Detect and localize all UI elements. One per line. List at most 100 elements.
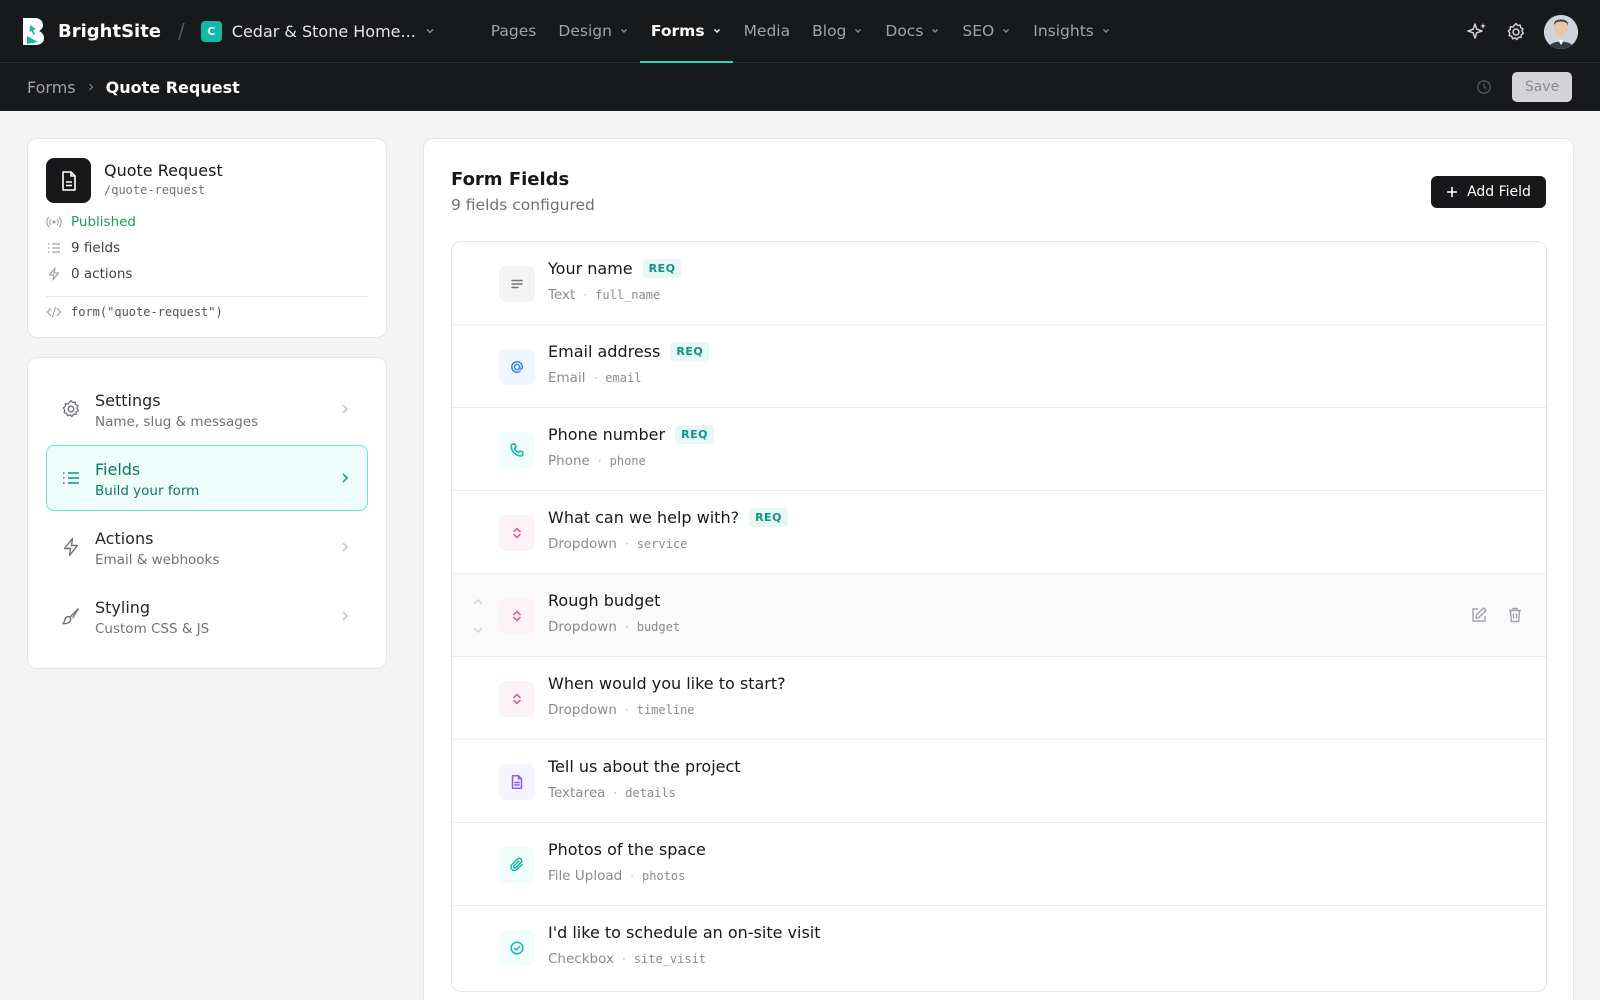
- fields-count-row: 9 fields: [46, 240, 120, 256]
- field-row[interactable]: Phone number REQ Phone · phone: [452, 408, 1546, 491]
- trash-icon[interactable]: [1506, 606, 1524, 624]
- sparkles-icon[interactable]: [1466, 21, 1488, 43]
- field-key: photos: [642, 869, 686, 883]
- menu-item-fields[interactable]: Fields Build your form: [46, 445, 368, 511]
- field-row[interactable]: I'd like to schedule an on-site visit Che…: [452, 906, 1546, 989]
- divider: [46, 296, 368, 297]
- nav-item-design[interactable]: Design: [547, 0, 640, 63]
- field-type: Email: [548, 370, 586, 386]
- form-document-icon: [46, 158, 91, 203]
- dropdown-icon: [499, 598, 535, 634]
- code-icon: [46, 305, 62, 319]
- embed-code-row[interactable]: form("quote-request"): [46, 305, 223, 319]
- page-title: Quote Request: [105, 77, 240, 97]
- field-row[interactable]: Your name REQ Text · full_name: [452, 242, 1546, 325]
- settings-gear-icon[interactable]: [1505, 21, 1527, 43]
- field-row[interactable]: When would you like to start? Dropdown · ti…: [452, 657, 1546, 740]
- menu-item-title: Settings: [95, 391, 161, 410]
- gear-icon: [61, 399, 81, 419]
- field-label-line: Your name REQ: [548, 259, 682, 278]
- phone-icon: [499, 432, 535, 468]
- form-title: Quote Request: [104, 161, 223, 180]
- user-avatar[interactable]: [1544, 14, 1578, 49]
- chevron-down-icon[interactable]: [471, 624, 485, 636]
- main-nav: Pages Design Forms Media Blog Docs SEO Insights: [480, 0, 1122, 63]
- menu-item-title: Styling: [95, 598, 151, 617]
- brand[interactable]: BrightSite: [21, 16, 161, 47]
- form-fields-panel: Form Fields 9 fields configured Add Fiel…: [423, 138, 1574, 1000]
- status-badge: Published: [71, 214, 136, 230]
- menu-item-subtitle: Build your form: [95, 483, 200, 499]
- history-icon[interactable]: [1476, 79, 1492, 95]
- form-slug: /quote-request: [104, 183, 206, 197]
- nav-item-docs[interactable]: Docs: [874, 0, 951, 63]
- nav-item-seo[interactable]: SEO: [951, 0, 1022, 63]
- field-row[interactable]: Email address REQ Email · email: [452, 325, 1546, 408]
- chevron-right-icon: [342, 611, 349, 621]
- dropdown-icon: [499, 515, 535, 551]
- separator-dot: ·: [593, 371, 598, 385]
- site-switcher[interactable]: C Cedar & Stone Home...: [200, 20, 436, 42]
- field-label-line: Phone number REQ: [548, 425, 714, 444]
- field-meta: Phone · phone: [548, 453, 646, 469]
- nav-item-media[interactable]: Media: [733, 0, 802, 63]
- nav-item-label: Docs: [885, 22, 924, 40]
- separator-dot: ·: [624, 703, 629, 717]
- field-row[interactable]: What can we help with? REQ Dropdown · servic…: [452, 491, 1546, 574]
- field-meta: File Upload · photos: [548, 868, 685, 884]
- panel-title: Form Fields: [451, 169, 570, 190]
- field-meta: Dropdown · timeline: [548, 702, 695, 718]
- site-name: Cedar & Stone Home...: [231, 21, 416, 41]
- separator-dot: ·: [621, 952, 626, 966]
- field-type: Text: [548, 287, 576, 303]
- field-meta: Email · email: [548, 370, 641, 386]
- chevron-down-icon: [853, 22, 863, 40]
- menu-item-title: Fields: [95, 460, 141, 479]
- nav-item-insights[interactable]: Insights: [1022, 0, 1122, 63]
- chevron-right-icon: [342, 473, 349, 483]
- check-circle-icon: [499, 930, 535, 966]
- nav-item-blog[interactable]: Blog: [801, 0, 874, 63]
- nav-item-forms[interactable]: Forms: [639, 0, 733, 63]
- field-key: full_name: [595, 288, 661, 302]
- field-meta: Text · full_name: [548, 287, 660, 303]
- field-row[interactable]: Rough budget Dropdown · budget: [452, 574, 1546, 657]
- field-meta: Textarea · details: [548, 785, 676, 801]
- field-type: Checkbox: [548, 951, 614, 967]
- separator-dot: ·: [613, 786, 618, 800]
- panel-subtitle: 9 fields configured: [451, 196, 595, 214]
- nav-item-label: Media: [743, 22, 791, 40]
- chevron-down-icon: [712, 22, 722, 40]
- field-label-line: I'd like to schedule an on-site visit: [548, 923, 821, 942]
- document-icon: [499, 764, 535, 800]
- menu-item-actions[interactable]: Actions Email & webhooks: [46, 514, 368, 580]
- required-badge: REQ: [749, 508, 788, 527]
- separator-dot: ·: [630, 869, 635, 883]
- reorder-handle[interactable]: [471, 596, 485, 636]
- menu-item-subtitle: Custom CSS & JS: [95, 621, 210, 637]
- breadcrumb-forms-link[interactable]: Forms: [27, 78, 76, 97]
- menu-item-styling[interactable]: Styling Custom CSS & JS: [46, 583, 368, 649]
- field-key: site_visit: [633, 952, 707, 966]
- nav-item-label: Design: [558, 22, 612, 40]
- edit-icon[interactable]: [1470, 606, 1488, 624]
- chevron-up-icon[interactable]: [471, 596, 485, 608]
- add-field-button[interactable]: Add Field: [1431, 176, 1546, 208]
- field-type: Dropdown: [548, 619, 617, 635]
- nav-item-label: Pages: [490, 22, 537, 40]
- field-row[interactable]: Photos of the space File Upload · photos: [452, 823, 1546, 906]
- nav-item-pages[interactable]: Pages: [480, 0, 548, 63]
- chevron-right-icon: [342, 404, 349, 414]
- dropdown-icon: [499, 681, 535, 717]
- field-label: What can we help with?: [548, 508, 740, 527]
- menu-item-settings[interactable]: Settings Name, slug & messages: [46, 376, 368, 442]
- field-label-line: Photos of the space: [548, 840, 706, 859]
- field-label: Rough budget: [548, 591, 661, 610]
- chevron-down-icon: [1101, 22, 1111, 40]
- field-row[interactable]: Tell us about the project Textarea · detail…: [452, 740, 1546, 823]
- field-meta: Checkbox · site_visit: [548, 951, 706, 967]
- save-button[interactable]: Save: [1512, 72, 1572, 102]
- field-key: timeline: [636, 703, 695, 717]
- nav-item-label: Blog: [812, 22, 847, 40]
- form-section-menu: Settings Name, slug & messages Fields Bu…: [27, 357, 387, 669]
